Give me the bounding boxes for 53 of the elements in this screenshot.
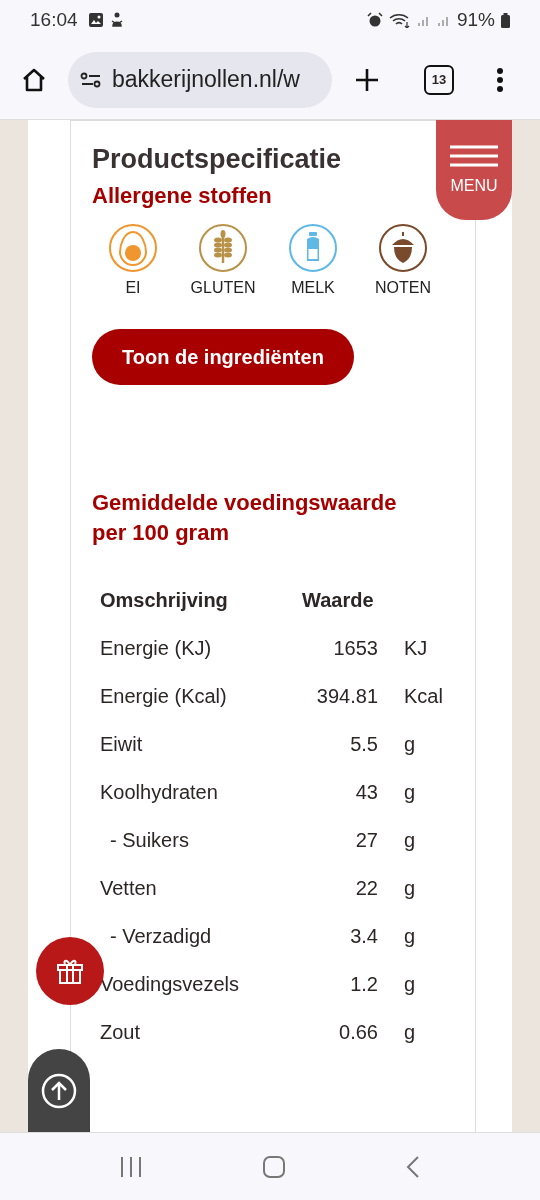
table-cell-text: 3.4 [349,924,378,948]
table-cell: KJ [404,636,428,660]
address-bar[interactable]: bakkerijnollen.nl/w [68,51,332,108]
table-cell-text: Vetten [100,876,158,900]
allergen-label: EI [125,279,141,297]
table-cell-text: Eiwit [100,732,144,756]
scroll-top-button[interactable] [28,1049,90,1132]
show-ingredients-button[interactable]: Toon de ingrediënten [92,329,354,385]
table-cell: g [404,780,416,804]
more-icon[interactable] [496,66,504,93]
table-cell-text: - Suikers [109,828,190,852]
table-cell-text: 43 [354,780,378,804]
menu-icon [449,145,499,167]
table-cell: g [404,828,416,852]
table-cell-text: Zout [100,1020,142,1044]
arrow-up-icon [41,1072,77,1109]
table-cell-text: 394.81 [315,684,378,708]
table-cell-text: Energie (KJ) [100,636,213,660]
back-icon[interactable] [404,1154,421,1179]
table-cell-text: 22 [354,876,378,900]
wifi-icon [388,12,411,28]
image-icon [87,12,104,28]
battery-icon [501,12,510,28]
table-cell-text: 1.2 [349,972,378,996]
table-cell-text: 1653 [332,636,378,660]
nutrition-title: Gemiddelde voedingswaarde per 100 gram [92,489,398,547]
column-header: Waarde [301,588,375,612]
section-title: Productspecificatie [92,143,342,176]
table-cell: Kcal [404,684,443,708]
table-cell: g [404,972,416,996]
column-header: Omschrijving [100,588,229,612]
table-cell-text: - Verzadigd [109,924,213,948]
allergen-label: NOTEN [375,279,431,297]
status-time: 16:04 [30,9,78,31]
table-cell-text: 27 [354,828,378,852]
table-cell-text: 0.66 [338,1020,378,1044]
table-cell: g [404,924,416,948]
site-settings-icon[interactable] [80,70,102,89]
table-cell-text: Energie (Kcal) [100,684,228,708]
allergen-label: GLUTEN [190,279,256,297]
allergen-label: MELK [291,279,335,297]
table-cell: g [404,876,416,900]
menu-button[interactable]: MENU [436,120,512,220]
table-cell: g [404,732,416,756]
plus-icon[interactable] [354,66,380,93]
table-cell-text: Voedingsvezels [100,972,240,996]
battery-percentage: 91% [456,9,495,31]
table-cell-text: Koolhydraten [100,780,219,804]
table-cell-text: 5.5 [349,732,378,756]
table-cell: g [404,1020,416,1044]
alarm-icon [366,12,383,28]
tab-count-button[interactable]: 13 [424,64,454,95]
recent-apps-icon[interactable] [119,1155,144,1178]
